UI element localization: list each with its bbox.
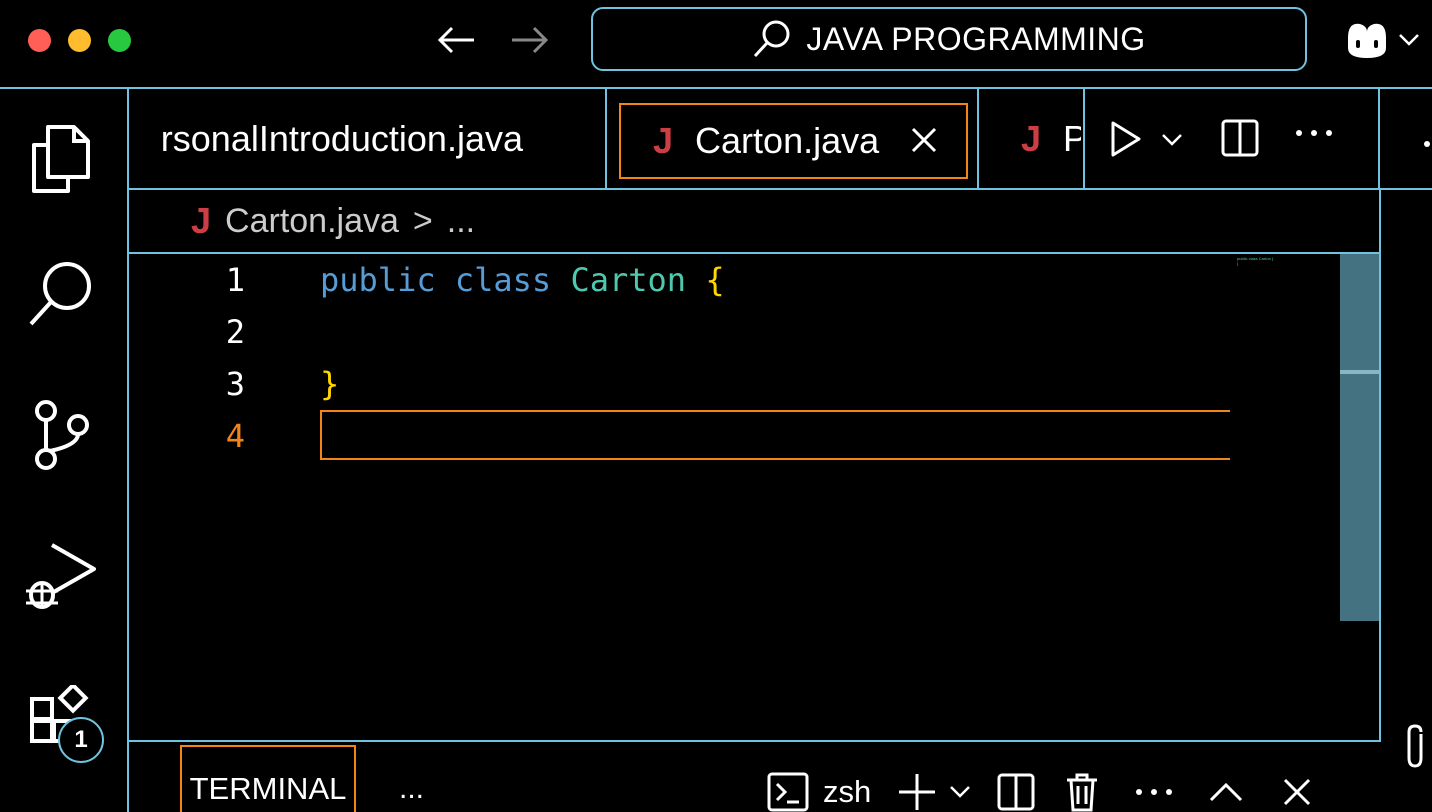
line-number: 2 <box>225 313 245 351</box>
arrow-right-icon <box>512 26 549 54</box>
paperclip-icon <box>1407 724 1423 768</box>
terminal-more-button[interactable] <box>1135 787 1173 797</box>
scrollbar-cursor-marker <box>1340 370 1379 374</box>
vertical-scrollbar[interactable] <box>1340 254 1379 621</box>
breadcrumb-separator: > <box>412 201 433 240</box>
forward-button[interactable] <box>508 22 552 58</box>
play-icon <box>1111 121 1141 157</box>
editor-actions <box>1083 89 1380 188</box>
code-line: 3 } <box>129 358 1329 410</box>
kill-terminal-button[interactable] <box>1065 772 1099 812</box>
code-editor[interactable]: 1 public class Carton { 2 3 } 4 public c… <box>129 254 1381 740</box>
new-terminal-button[interactable] <box>897 772 937 812</box>
search-icon <box>754 20 790 58</box>
explorer-button[interactable] <box>24 123 96 195</box>
split-editor-icon <box>1221 119 1259 157</box>
tab-separator <box>977 89 979 188</box>
back-button[interactable] <box>434 22 478 58</box>
ellipsis-icon <box>1296 130 1332 136</box>
breadcrumb-file[interactable]: Carton.java <box>225 202 399 241</box>
ellipsis-icon <box>1136 789 1173 795</box>
run-debug-icon <box>26 543 96 609</box>
chevron-down-icon <box>1399 34 1419 46</box>
title-bar: JAVA PROGRAMMING <box>0 0 1432 89</box>
source-control-button[interactable] <box>24 399 96 471</box>
code-text: } <box>320 365 339 403</box>
java-file-icon: J <box>1021 117 1042 159</box>
maximize-window-button[interactable] <box>108 29 131 52</box>
tab-third[interactable]: J P <box>1021 89 1081 188</box>
run-button[interactable] <box>1109 119 1143 164</box>
code-text: public class Carton { <box>320 261 725 299</box>
copilot-icon <box>1348 23 1386 58</box>
search-text: JAVA PROGRAMMING <box>806 20 1146 57</box>
minimap[interactable]: public class Carton { } <box>1237 256 1273 266</box>
code-line: 1 public class Carton { <box>129 254 1329 306</box>
source-control-icon <box>35 400 89 470</box>
plus-icon <box>899 774 936 810</box>
tab-label: P <box>1063 118 1081 160</box>
split-terminal-button[interactable] <box>997 773 1035 811</box>
copilot-menu-button[interactable] <box>1342 18 1427 62</box>
activity-bar: 1 <box>0 89 129 812</box>
ellipsis-icon <box>1424 141 1430 147</box>
tab-label: Carton.java <box>695 120 880 161</box>
tab-terminal[interactable]: TERMINAL <box>180 745 356 812</box>
terminal-profile-dropdown[interactable] <box>949 785 971 799</box>
run-debug-button[interactable] <box>24 541 96 613</box>
line-number: 1 <box>225 261 245 299</box>
panel-tab-label: TERMINAL <box>189 770 347 806</box>
close-window-button[interactable] <box>28 29 51 52</box>
attach-button[interactable] <box>1401 722 1431 772</box>
more-actions-button[interactable] <box>1295 125 1333 143</box>
extensions-badge: 1 <box>58 717 104 763</box>
minimap-line: } <box>1237 261 1239 266</box>
close-icon <box>1284 778 1311 806</box>
bottom-panel: TERMINAL ... zsh <box>129 740 1381 812</box>
arrow-left-icon <box>437 26 474 54</box>
close-tab-button[interactable] <box>911 120 937 162</box>
terminal-toolbar: zsh <box>767 770 1311 812</box>
keyword: class <box>454 261 552 299</box>
panel-more-button[interactable]: ... <box>399 772 424 806</box>
tab-carton-active[interactable]: J Carton.java <box>619 103 968 179</box>
maximize-panel-button[interactable] <box>1209 781 1243 803</box>
breadcrumb: J Carton.java > ... <box>129 190 1381 254</box>
terminal-icon <box>767 772 809 812</box>
trash-icon <box>1067 773 1098 812</box>
run-options-button[interactable] <box>1161 133 1183 152</box>
java-file-icon: J <box>653 120 674 161</box>
minimize-window-button[interactable] <box>68 29 91 52</box>
chevron-up-icon <box>1210 782 1243 802</box>
brace: } <box>320 365 340 403</box>
java-file-icon: J <box>191 200 212 241</box>
brace: { <box>705 261 725 299</box>
code-line: 2 <box>129 306 1329 358</box>
minimap-line: public class Carton { <box>1237 256 1274 261</box>
close-icon <box>912 127 937 153</box>
keyword: public <box>320 261 436 299</box>
vscode-window: JAVA PROGRAMMING 1 rsonalIntroduction.ja… <box>0 0 1432 812</box>
split-editor-icon <box>997 773 1035 811</box>
current-line-highlight <box>320 410 1230 460</box>
line-number-current: 4 <box>225 417 245 455</box>
command-center-search[interactable]: JAVA PROGRAMMING <box>591 7 1307 71</box>
class-name: Carton <box>570 261 687 299</box>
split-editor-button[interactable] <box>1221 119 1259 162</box>
shell-name[interactable]: zsh <box>823 774 871 810</box>
search-view-button[interactable] <box>24 257 96 329</box>
breadcrumb-more[interactable]: ... <box>447 202 475 241</box>
search-icon <box>29 262 91 326</box>
editor-tab-bar: rsonalIntroduction.java J Carton.java J … <box>129 89 1432 190</box>
files-icon <box>32 125 90 193</box>
chevron-down-icon <box>950 786 971 798</box>
close-panel-button[interactable] <box>1283 778 1311 806</box>
overflow-ellipsis[interactable] <box>1423 135 1431 153</box>
line-number: 3 <box>225 365 245 403</box>
tab-label: rsonalIntroduction.java <box>160 117 523 159</box>
chevron-down-icon <box>1162 134 1182 146</box>
tab-personal-introduction[interactable]: rsonalIntroduction.java <box>129 89 607 188</box>
